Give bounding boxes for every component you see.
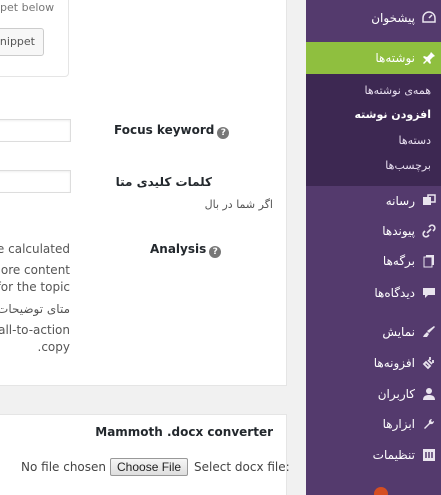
dashboard-icon <box>421 10 437 26</box>
meta-keywords-hint: اگر شما در بال <box>204 198 273 211</box>
file-upload-row: No file chosen Choose File Select docx f… <box>21 458 290 476</box>
admin-menu: پیشخوان نوشته‌ها همه‌ی نوشته‌ها افزودن ن… <box>299 0 441 495</box>
menu-item-pages[interactable]: برگه‌ها <box>306 245 441 277</box>
pages-icon <box>421 253 437 269</box>
submenu-all-posts[interactable]: همه‌ی نوشته‌ها <box>365 84 432 97</box>
submenu-categories[interactable]: دسته‌ها <box>399 134 431 147</box>
mammoth-title: Mammoth .docx converter <box>95 425 273 439</box>
tools-icon <box>421 416 437 432</box>
submenu-tags[interactable]: برچسب‌ها <box>385 159 431 172</box>
mammoth-metabox: Mammoth .docx converter No file chosen C… <box>0 414 290 495</box>
snippet-preview-box: ippet below it snippet <box>0 0 69 77</box>
analysis-line: for the topic <box>0 280 70 294</box>
menu-item-settings[interactable]: تنظیمات <box>306 439 441 471</box>
choose-file-button[interactable]: Choose File <box>110 458 189 476</box>
select-docx-label: Select docx file: <box>194 460 290 474</box>
main-content: ippet below it snippet Focus keyword? کل… <box>0 0 306 495</box>
menu-item-plugins[interactable]: افزونه‌ها <box>306 347 441 379</box>
menu-item-posts[interactable]: نوشته‌ها <box>299 42 441 74</box>
menu-item-media[interactable]: رسانه <box>306 185 441 217</box>
help-icon[interactable]: ? <box>209 246 222 258</box>
current-arrow <box>299 51 306 65</box>
menu-item-appearance[interactable]: نمایش <box>306 316 441 348</box>
posts-submenu: همه‌ی نوشته‌ها افزودن نوشته دسته‌ها برچس… <box>306 74 441 186</box>
focus-keyword-label: Focus keyword? <box>114 123 230 139</box>
meta-keywords-input[interactable] <box>0 170 71 193</box>
plugin-icon <box>421 355 437 371</box>
menu-item-dashboard[interactable]: پیشخوان <box>306 2 441 34</box>
edit-snippet-button[interactable]: it snippet <box>0 28 44 56</box>
notification-badge <box>374 487 388 495</box>
analysis-line: .copy <box>37 340 70 354</box>
snippet-hint-text: ippet below <box>0 1 55 14</box>
appearance-icon <box>421 324 437 340</box>
analysis-line: call-to-action <box>0 323 70 337</box>
submenu-add-new[interactable]: افزودن نوشته <box>354 108 431 121</box>
media-icon <box>421 193 437 209</box>
users-icon <box>421 386 437 402</box>
analysis-line: pe calculated <box>0 242 70 256</box>
comment-icon <box>421 285 437 301</box>
menu-item-links[interactable]: پیوندها <box>306 215 441 247</box>
analysis-line: متای توضیحات <box>0 302 70 316</box>
analysis-label: Analysis? <box>150 242 222 258</box>
no-file-text: No file chosen <box>21 460 107 474</box>
menu-item-tools[interactable]: ابزارها <box>306 408 441 440</box>
link-icon <box>421 223 437 239</box>
menu-item-users[interactable]: کاربران <box>306 378 441 410</box>
meta-keywords-label: کلمات کلیدی متا <box>115 175 212 189</box>
help-icon[interactable]: ? <box>217 127 230 139</box>
focus-keyword-input[interactable] <box>0 119 71 142</box>
menu-item-comments[interactable]: دیدگاه‌ها <box>306 277 441 309</box>
analysis-line: more content <box>0 263 70 277</box>
seo-metabox: ippet below it snippet Focus keyword? کل… <box>0 0 287 386</box>
settings-icon <box>421 447 437 463</box>
pin-icon <box>421 50 437 66</box>
